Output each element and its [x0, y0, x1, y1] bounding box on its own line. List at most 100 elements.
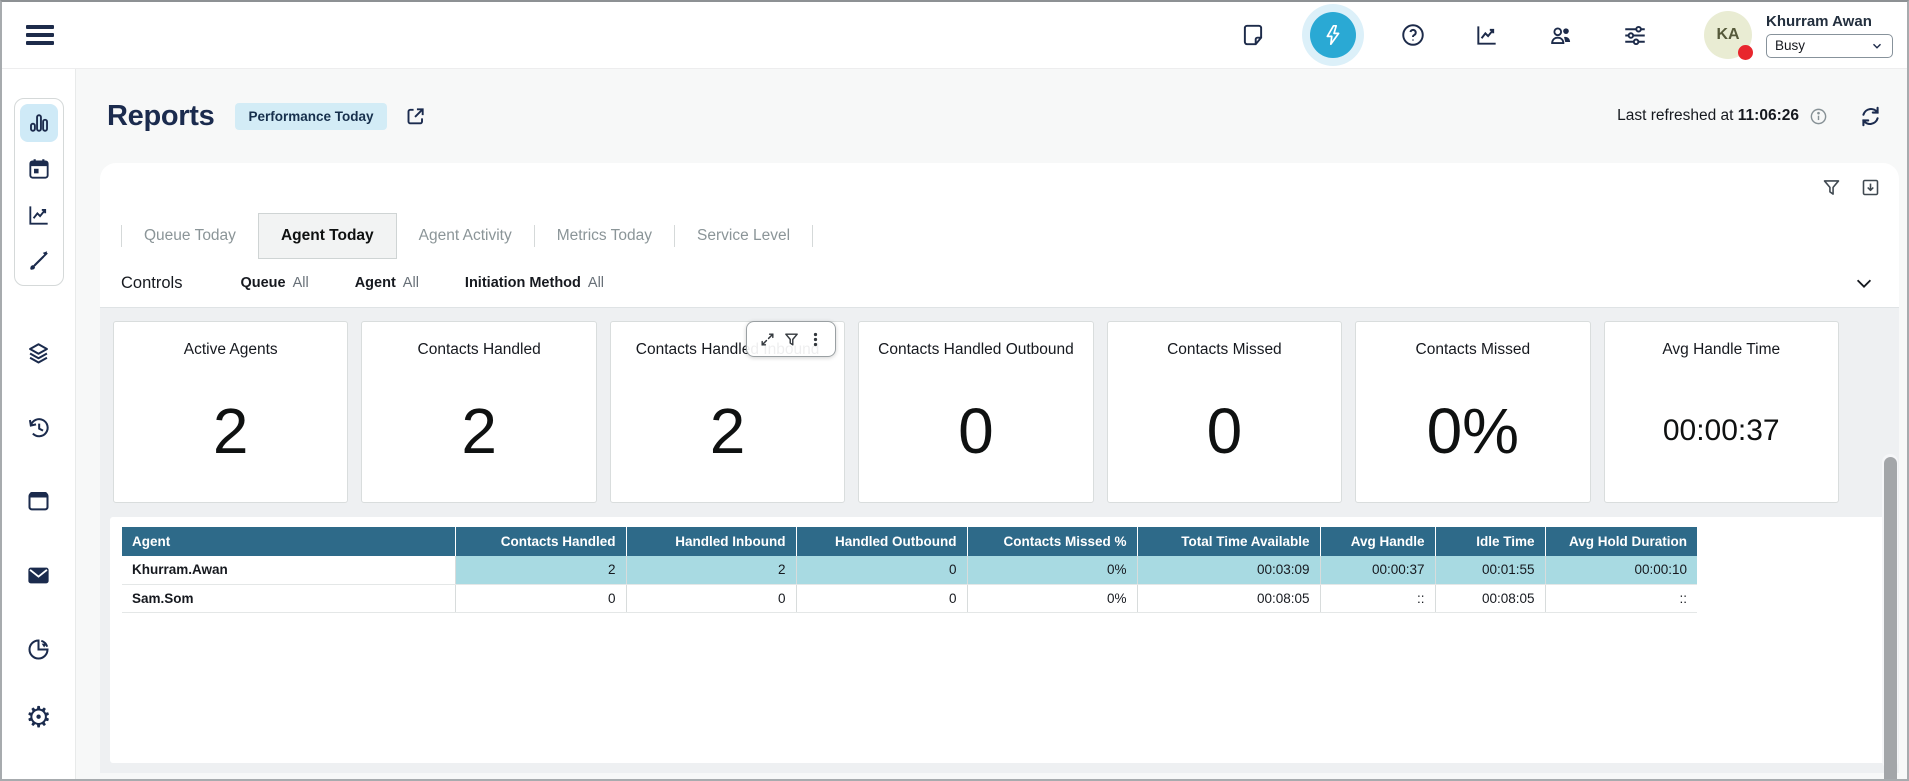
mail-icon	[25, 562, 52, 589]
control-queue[interactable]: Queue All	[240, 275, 308, 291]
column-header[interactable]: Avg Hold Duration	[1545, 527, 1697, 556]
refresh-icon[interactable]	[1858, 104, 1883, 129]
cell: 00:08:05	[1137, 584, 1320, 612]
cell: 0	[796, 584, 967, 612]
layers-icon	[25, 340, 52, 367]
history-icon	[25, 414, 52, 441]
panel-tools	[1821, 177, 1881, 198]
tab-metrics-today[interactable]: Metrics Today	[535, 213, 674, 259]
column-header[interactable]: Total Time Available	[1137, 527, 1320, 556]
kpi-value: 00:00:37	[1663, 414, 1780, 448]
info-icon[interactable]	[1809, 107, 1828, 126]
settings-sliders-icon[interactable]	[1622, 22, 1648, 48]
scrollbar-thumb[interactable]	[1884, 457, 1897, 781]
tab-service-level[interactable]: Service Level	[675, 213, 812, 259]
pie-chart-icon	[25, 636, 52, 663]
column-header[interactable]: Handled Outbound	[796, 527, 967, 556]
app-window: KA Khurram Awan Busy	[0, 0, 1909, 781]
sidebar-item-history[interactable]	[20, 408, 58, 446]
cell: 00:08:05	[1435, 584, 1545, 612]
sidebar-item-analytics[interactable]	[20, 196, 58, 234]
control-agent[interactable]: Agent All	[355, 275, 419, 291]
sidebar-item-settings[interactable]: ⚙	[20, 698, 58, 736]
cell: 00:01:55	[1435, 556, 1545, 584]
column-header[interactable]: Agent	[122, 527, 455, 556]
column-header[interactable]: Avg Handle	[1320, 527, 1435, 556]
last-refreshed-text: Last refreshed at 11:06:26	[1617, 107, 1799, 125]
metrics-icon[interactable]	[1474, 22, 1500, 48]
sidebar-nav-group	[14, 98, 64, 286]
kpi-card-contacts-handled-outbound[interactable]: Contacts Handled Outbound 0	[858, 321, 1093, 503]
filter-icon[interactable]	[1821, 177, 1842, 198]
agent-name-cell: Khurram.Awan	[122, 556, 455, 584]
control-initiation-method[interactable]: Initiation Method All	[465, 275, 604, 291]
topbar-actions: KA Khurram Awan Busy	[1240, 11, 1893, 59]
last-refreshed-time: 11:06:26	[1738, 107, 1799, 124]
kpi-value: 2	[461, 394, 497, 468]
controls-title: Controls	[121, 274, 182, 293]
table-row[interactable]: Khurram.Awan 2 2 0 0% 00:03:09 00:00:37 …	[122, 556, 1697, 584]
cell: 0%	[967, 584, 1137, 612]
tab-queue-today[interactable]: Queue Today	[122, 213, 258, 259]
kpi-value: 2	[213, 394, 249, 468]
tab-agent-today[interactable]: Agent Today	[258, 213, 397, 259]
cell: 2	[455, 556, 626, 584]
help-icon[interactable]	[1400, 22, 1426, 48]
status-value: Busy	[1775, 38, 1805, 53]
kpi-card-contacts-missed-pct[interactable]: Contacts Missed 0%	[1355, 321, 1590, 503]
hamburger-menu-icon[interactable]	[26, 21, 54, 50]
column-header[interactable]: Contacts Missed %	[967, 527, 1137, 556]
kpi-value: 2	[710, 394, 746, 468]
kpi-card-active-agents[interactable]: Active Agents 2	[113, 321, 348, 503]
agent-name-cell: Sam.Som	[122, 584, 455, 612]
topbar: KA Khurram Awan Busy	[2, 2, 1907, 69]
agent-table-widget: Agent Contacts Handled Handled Inbound H…	[110, 517, 1885, 763]
cell: ::	[1320, 584, 1435, 612]
expand-icon[interactable]	[759, 331, 776, 348]
sidebar-item-layers[interactable]	[20, 334, 58, 372]
sidebar-item-workspace[interactable]	[20, 482, 58, 520]
agent-table: Agent Contacts Handled Handled Inbound H…	[122, 527, 1697, 613]
tab-strip: Queue Today Agent Today Agent Activity M…	[100, 213, 1899, 259]
sidebar-item-reports-pie[interactable]	[20, 630, 58, 668]
kpi-value: 0	[958, 394, 994, 468]
controls-collapse-chevron-icon[interactable]	[1853, 272, 1875, 294]
controls-row: Controls Queue All Agent All Initiation …	[100, 259, 1899, 308]
contacts-icon[interactable]	[1548, 22, 1574, 48]
kpi-value: 0	[1207, 394, 1243, 468]
tab-agent-activity[interactable]: Agent Activity	[397, 213, 534, 259]
report-badge[interactable]: Performance Today	[235, 103, 386, 130]
kpi-card-contacts-missed[interactable]: Contacts Missed 0	[1107, 321, 1342, 503]
status-select[interactable]: Busy	[1766, 34, 1893, 58]
column-header[interactable]: Idle Time	[1435, 527, 1545, 556]
dashboard-canvas: Active Agents 2 Contacts Handled 2 Conta…	[100, 308, 1899, 773]
boost-lightning-icon[interactable]	[1310, 12, 1356, 58]
external-link-icon[interactable]	[404, 105, 427, 128]
sidebar-item-designer[interactable]	[20, 242, 58, 280]
notes-icon[interactable]	[1240, 22, 1266, 48]
widget-hover-toolbar	[746, 321, 836, 357]
download-icon[interactable]	[1860, 177, 1881, 198]
filter-icon[interactable]	[783, 331, 800, 348]
chevron-down-icon	[1870, 39, 1884, 53]
kpi-card-contacts-handled[interactable]: Contacts Handled 2	[361, 321, 596, 503]
main-area: Reports Performance Today Last refreshed…	[76, 69, 1907, 779]
kpi-card-avg-handle-time[interactable]: Avg Handle Time 00:00:37	[1604, 321, 1839, 503]
tab-separator	[812, 225, 813, 247]
column-header[interactable]: Handled Inbound	[626, 527, 796, 556]
page-header: Reports Performance Today Last refreshed…	[76, 69, 1907, 163]
cell: 00:03:09	[1137, 556, 1320, 584]
kebab-menu-icon[interactable]	[807, 331, 824, 348]
sidebar-item-messages[interactable]	[20, 556, 58, 594]
report-panel: Queue Today Agent Today Agent Activity M…	[100, 163, 1899, 773]
user-name: Khurram Awan	[1766, 13, 1893, 30]
cell: 0%	[967, 556, 1137, 584]
sidebar: ⚙	[2, 69, 76, 779]
sidebar-item-schedule[interactable]	[20, 150, 58, 188]
avatar[interactable]: KA	[1704, 11, 1752, 59]
design-brush-icon	[26, 248, 52, 274]
column-header[interactable]: Contacts Handled	[455, 527, 626, 556]
sidebar-item-dashboards[interactable]	[20, 104, 58, 142]
table-row[interactable]: Sam.Som 0 0 0 0% 00:08:05 :: 00:08:05 ::	[122, 584, 1697, 612]
gear-icon: ⚙	[26, 700, 52, 735]
